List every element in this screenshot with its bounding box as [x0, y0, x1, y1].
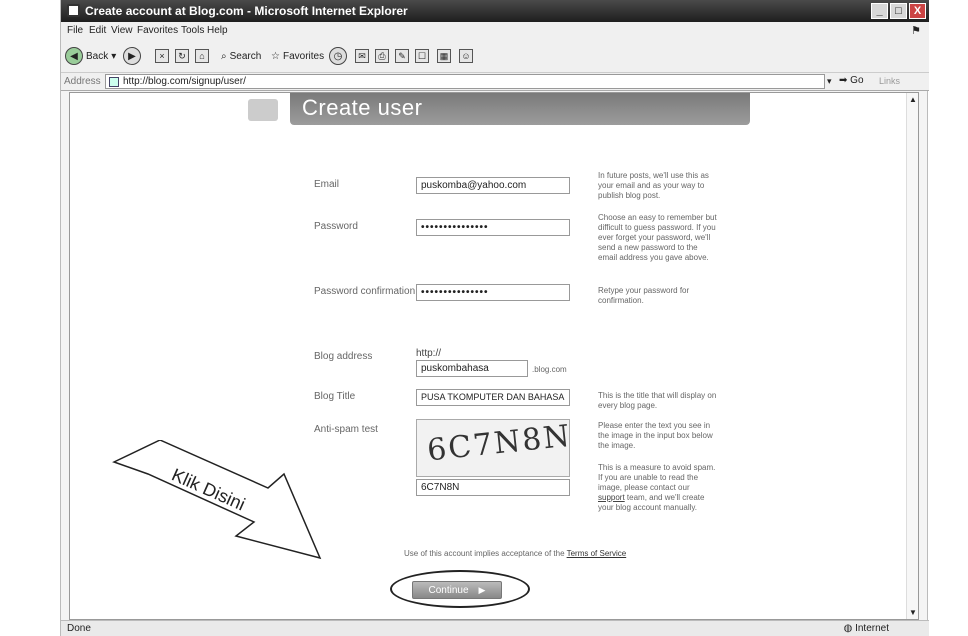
forward-button[interactable]: ▶: [123, 45, 141, 67]
window-title: Create account at Blog.com - Microsoft I…: [85, 4, 408, 18]
email-label: Email: [314, 179, 340, 190]
mail-icon: ✉: [355, 49, 369, 63]
menu-tools[interactable]: Tools: [181, 25, 204, 36]
callout-arrow: Klik Disini: [112, 440, 322, 560]
ie-icon: [67, 4, 80, 17]
password-hint: Choose an easy to remember but difficult…: [598, 213, 717, 262]
research-button[interactable]: ▦: [437, 45, 451, 67]
blog-logo: [248, 99, 278, 121]
print-icon: ⎙: [375, 49, 389, 63]
blog-title-hint: This is the title that will display on e…: [598, 391, 717, 410]
blog-address-field[interactable]: puskombahasa: [416, 360, 528, 377]
address-bar: Address http://blog.com/signup/user/ ▾ ➡…: [61, 73, 929, 91]
messenger-icon: ☺: [459, 49, 473, 63]
support-link[interactable]: support: [598, 493, 625, 502]
page-title: Create user: [302, 95, 423, 120]
edit-button[interactable]: ✎: [395, 45, 409, 67]
password-label: Password: [314, 221, 358, 232]
stop-button[interactable]: ×: [155, 45, 169, 67]
history-button[interactable]: ◷: [329, 45, 347, 67]
scroll-down-icon[interactable]: ▼: [909, 608, 917, 617]
discuss-icon: ☐: [415, 49, 429, 63]
menu-view[interactable]: View: [111, 25, 133, 36]
password-confirm-hint: Retype your password for confirmation.: [598, 286, 690, 305]
captcha-image: 6C7N8N: [416, 419, 573, 477]
research-icon: ▦: [437, 49, 451, 63]
search-button[interactable]: ⌕ Search: [221, 45, 261, 67]
menu-favorites[interactable]: Favorites: [137, 25, 178, 36]
email-field[interactable]: puskomba@yahoo.com: [416, 177, 570, 194]
vertical-scrollbar[interactable]: ▲ ▼: [906, 93, 918, 619]
home-button[interactable]: ⌂: [195, 45, 209, 67]
maximize-button[interactable]: □: [890, 3, 907, 19]
star-icon: ☆: [271, 50, 280, 62]
toolbar: ◀ Back ▾ ▶ × ↻ ⌂ ⌕ Search ☆ Favorites ◷ ✉…: [61, 39, 929, 73]
password-field[interactable]: •••••••••••••••: [416, 219, 570, 236]
messenger-button[interactable]: ☺: [459, 45, 473, 67]
internet-zone: ◍ Internet: [843, 623, 889, 634]
anti-spam-label: Anti-spam test: [314, 424, 378, 435]
captcha-hint-1: Please enter the text you see in the ima…: [598, 421, 713, 450]
password-confirm-field[interactable]: •••••••••••••••: [416, 284, 570, 301]
address-input[interactable]: http://blog.com/signup/user/: [105, 74, 825, 89]
blog-title-field[interactable]: PUSA TKOMPUTER DAN BAHASA: [416, 389, 570, 406]
title-bar: Create account at Blog.com - Microsoft I…: [61, 0, 929, 22]
windows-flag-icon: ⚑: [911, 25, 921, 37]
menu-file[interactable]: File: [67, 25, 83, 36]
menu-bar: File Edit View Favorites Tools Help ⚑: [61, 22, 929, 39]
status-text: Done: [67, 623, 91, 634]
edit-icon: ✎: [395, 49, 409, 63]
blog-address-label: Blog address: [314, 351, 373, 362]
terms-of-service-link[interactable]: Terms of Service: [567, 549, 627, 558]
captcha-text: 6C7N8N: [425, 418, 574, 469]
history-icon: ◷: [329, 47, 347, 65]
links-button[interactable]: Links: [879, 76, 900, 86]
address-label: Address: [64, 76, 101, 87]
back-arrow-icon: ◀: [65, 47, 83, 65]
go-button[interactable]: ➡ Go: [839, 75, 864, 86]
captcha-input[interactable]: 6C7N8N: [416, 479, 570, 496]
blog-address-prefix: http://: [416, 348, 442, 359]
stop-icon: ×: [155, 49, 169, 63]
back-button[interactable]: ◀ Back ▾: [65, 45, 116, 67]
page-icon: [109, 77, 119, 87]
blog-title-label: Blog Title: [314, 391, 356, 402]
blog-address-suffix: .blog.com: [532, 365, 567, 374]
highlight-circle: [390, 570, 530, 608]
password-confirm-label: Password confirmation: [314, 286, 416, 297]
search-icon: ⌕: [221, 50, 227, 62]
refresh-icon: ↻: [175, 49, 189, 63]
captcha-hint-2: This is a measure to avoid spam. If you …: [598, 463, 716, 512]
favorites-button[interactable]: ☆ Favorites: [271, 45, 324, 67]
home-icon: ⌂: [195, 49, 209, 63]
address-dropdown-icon[interactable]: ▾: [827, 76, 832, 87]
forward-arrow-icon: ▶: [123, 47, 141, 65]
minimize-button[interactable]: _: [871, 3, 888, 19]
scroll-up-icon[interactable]: ▲: [909, 95, 917, 104]
status-bar: Done ◍ Internet: [61, 620, 929, 636]
email-hint: In future posts, we'll use this as your …: [598, 171, 709, 200]
terms-text: Use of this account implies acceptance o…: [404, 549, 627, 558]
close-button[interactable]: X: [909, 3, 926, 19]
discuss-button[interactable]: ☐: [415, 45, 429, 67]
print-button[interactable]: ⎙: [375, 45, 389, 67]
menu-edit[interactable]: Edit: [89, 25, 106, 36]
address-url: http://blog.com/signup/user/: [123, 76, 246, 87]
menu-help[interactable]: Help: [207, 25, 228, 36]
mail-button[interactable]: ✉: [355, 45, 369, 67]
refresh-button[interactable]: ↻: [175, 45, 189, 67]
